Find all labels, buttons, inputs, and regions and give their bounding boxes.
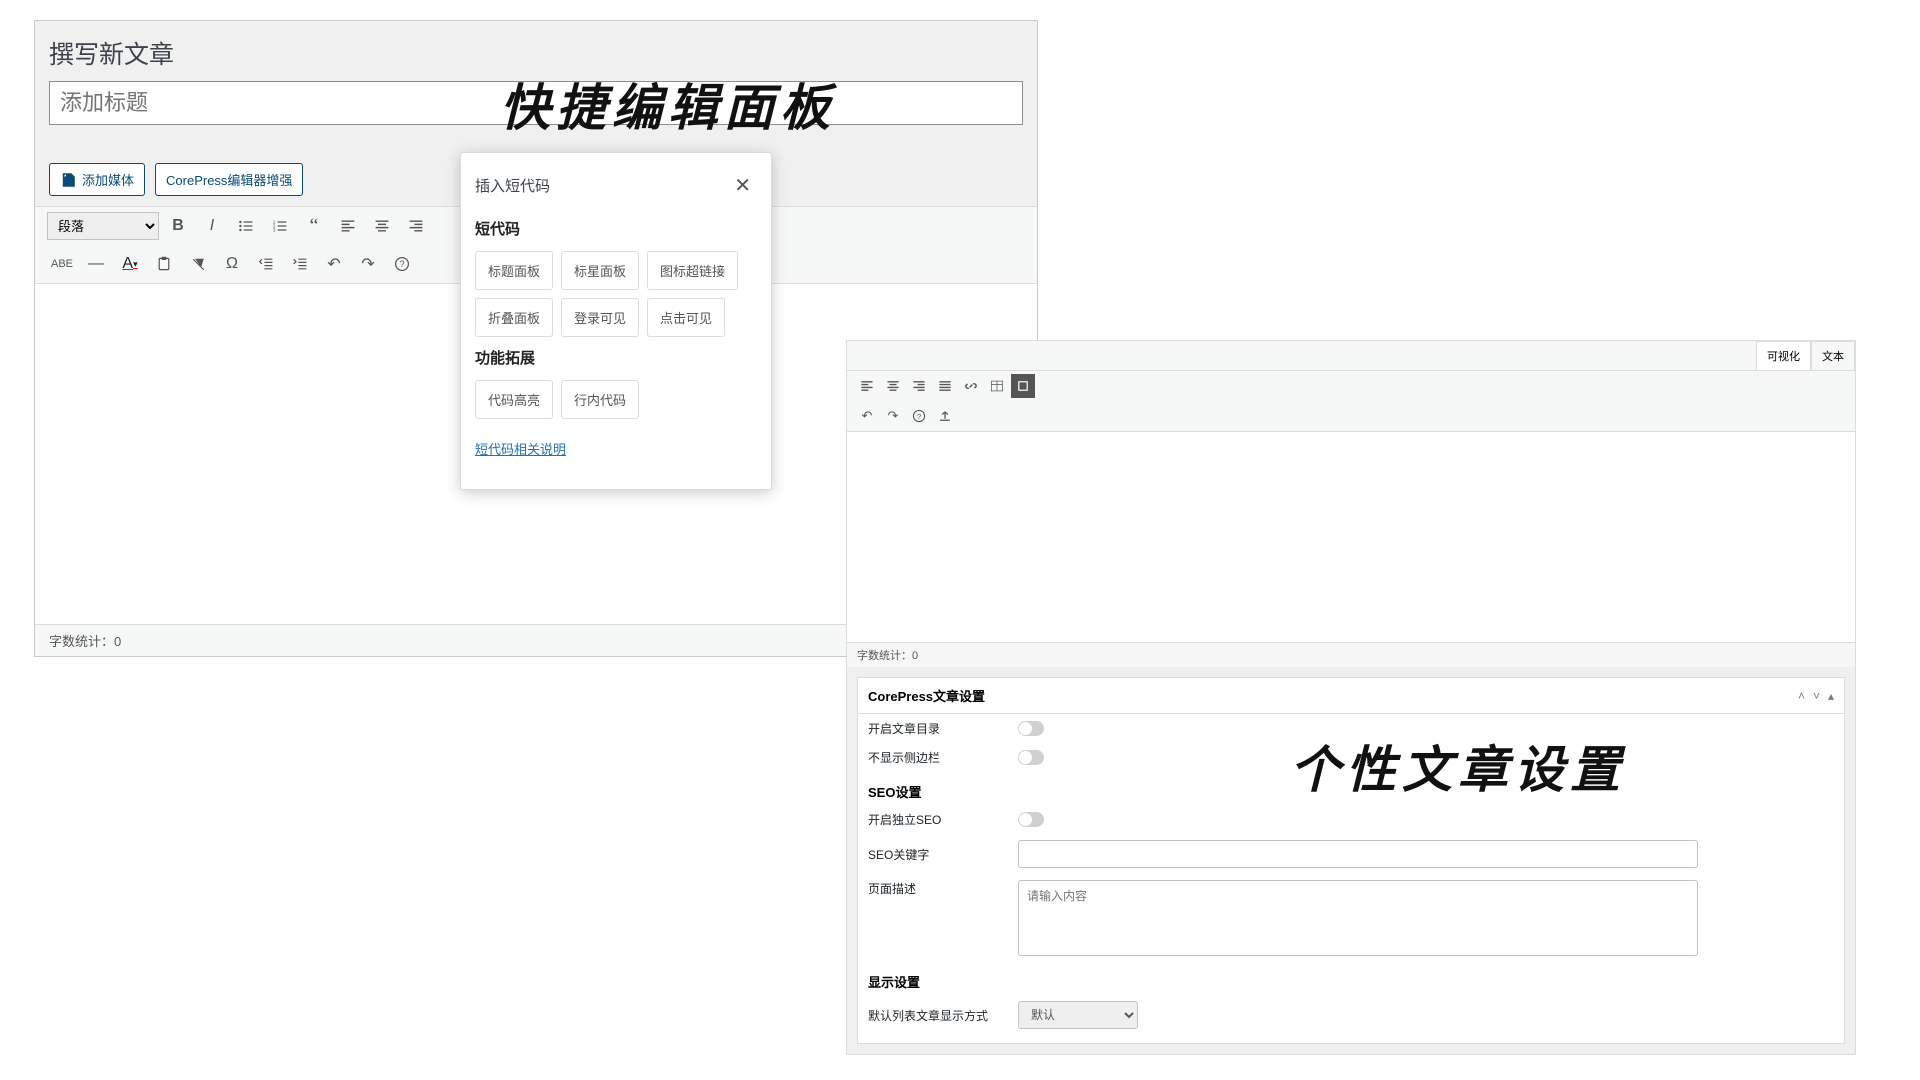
popup-title: 插入短代码 (475, 175, 550, 196)
annotation-article-settings: 个性文章设置 (1290, 730, 1626, 802)
shortcode-title-panel[interactable]: 标题面板 (475, 251, 553, 290)
help-icon[interactable]: ? (907, 404, 931, 428)
shortcode-icon-link[interactable]: 图标超链接 (647, 251, 738, 290)
align-right-icon[interactable] (907, 374, 931, 398)
help-icon[interactable]: ? (387, 249, 417, 279)
svg-text:3: 3 (273, 228, 276, 234)
metabox-title: CorePress文章设置 (868, 686, 985, 705)
link-icon[interactable] (959, 374, 983, 398)
align-center-icon[interactable] (881, 374, 905, 398)
redo-icon[interactable]: ↷ (353, 249, 383, 279)
align-left-icon[interactable] (333, 211, 363, 241)
word-count: 字数统计：0 (847, 642, 1855, 667)
editor-content-area[interactable] (847, 432, 1855, 642)
align-right-icon[interactable] (401, 211, 431, 241)
indent-icon[interactable] (285, 249, 315, 279)
shortcode-click-visible[interactable]: 点击可见 (647, 298, 725, 337)
toggle-toc[interactable] (1018, 721, 1044, 736)
align-left-icon[interactable] (855, 374, 879, 398)
shortcode-star-panel[interactable]: 标星面板 (561, 251, 639, 290)
bold-icon[interactable]: B (163, 211, 193, 241)
shortcode-login-visible[interactable]: 登录可见 (561, 298, 639, 337)
list-mode-select[interactable]: 默认 (1018, 1001, 1138, 1029)
undo-icon[interactable]: ↶ (319, 249, 349, 279)
media-icon (60, 172, 76, 188)
page-desc-textarea[interactable] (1018, 880, 1698, 956)
undo-icon[interactable]: ↶ (855, 404, 879, 428)
shortcode-heading: 短代码 (475, 218, 757, 239)
collapse-icon[interactable]: ▴ (1828, 689, 1834, 703)
extensions-heading: 功能拓展 (475, 347, 757, 368)
shortcode-inline-code[interactable]: 行内代码 (561, 380, 639, 419)
blockquote-icon[interactable]: “ (299, 211, 329, 241)
redo-icon[interactable]: ↷ (881, 404, 905, 428)
label-enable-seo: 开启独立SEO (868, 811, 1018, 828)
section-display: 显示设置 (858, 962, 1844, 995)
fullscreen-icon[interactable] (1011, 374, 1035, 398)
align-center-icon[interactable] (367, 211, 397, 241)
close-icon[interactable]: ✕ (728, 171, 757, 200)
corepress-enhance-button[interactable]: CorePress编辑器增强 (155, 163, 303, 196)
tab-visual[interactable]: 可视化 (1756, 341, 1811, 370)
toggle-no-sidebar[interactable] (1018, 750, 1044, 765)
shortcode-code-highlight[interactable]: 代码高亮 (475, 380, 553, 419)
table-icon[interactable] (985, 374, 1009, 398)
special-char-icon[interactable]: Ω (217, 249, 247, 279)
outdent-icon[interactable] (251, 249, 281, 279)
clear-format-icon[interactable] (183, 249, 213, 279)
post-settings-panel: 可视化 文本 ↶ ↷ ? 字数统计：0 CorePress文章设置 ˄ ˅ ▴ (846, 340, 1856, 1055)
toggle-enable-seo[interactable] (1018, 812, 1044, 827)
tab-text[interactable]: 文本 (1811, 341, 1855, 370)
upload-icon[interactable] (933, 404, 957, 428)
page-title: 撰写新文章 (49, 35, 1023, 71)
align-justify-icon[interactable] (933, 374, 957, 398)
hr-icon[interactable]: — (81, 249, 111, 279)
paste-icon[interactable] (149, 249, 179, 279)
annotation-quick-panel: 快捷编辑面板 (500, 68, 836, 140)
shortcode-doc-link[interactable]: 短代码相关说明 (475, 439, 566, 458)
svg-text:?: ? (400, 259, 405, 269)
bullet-list-icon[interactable] (231, 211, 261, 241)
label-seo-keywords: SEO关键字 (868, 846, 1018, 863)
strikethrough-icon[interactable]: ABE (47, 249, 77, 279)
label-page-desc: 页面描述 (868, 880, 1018, 897)
shortcode-popup: 插入短代码 ✕ 短代码 标题面板 标星面板 图标超链接 折叠面板 登录可见 点击… (460, 152, 772, 490)
format-select[interactable]: 段落 (47, 212, 159, 240)
shortcode-collapse-panel[interactable]: 折叠面板 (475, 298, 553, 337)
label-list-mode: 默认列表文章显示方式 (868, 1007, 1018, 1024)
seo-keywords-input[interactable] (1018, 840, 1698, 868)
label-toc: 开启文章目录 (868, 720, 1018, 737)
numbered-list-icon[interactable]: 123 (265, 211, 295, 241)
chevron-down-icon[interactable]: ˅ (1813, 689, 1820, 703)
italic-icon[interactable]: I (197, 211, 227, 241)
label-no-sidebar: 不显示侧边栏 (868, 749, 1018, 766)
svg-text:?: ? (917, 412, 921, 421)
text-color-icon[interactable]: A▾ (115, 249, 145, 279)
chevron-up-icon[interactable]: ˄ (1798, 689, 1805, 703)
add-media-button[interactable]: 添加媒体 (49, 163, 145, 196)
